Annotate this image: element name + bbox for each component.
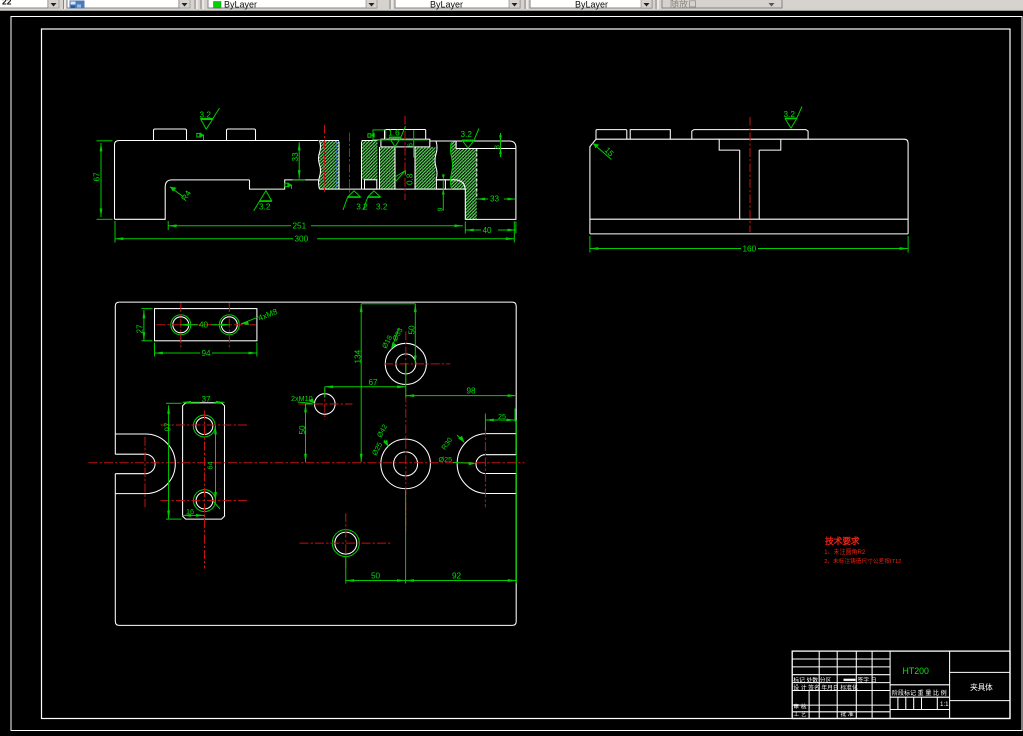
svg-text:160: 160 bbox=[743, 244, 757, 253]
svg-text:8: 8 bbox=[492, 145, 501, 149]
svg-text:16: 16 bbox=[186, 507, 194, 516]
svg-text:300: 300 bbox=[295, 235, 309, 244]
svg-text:33: 33 bbox=[291, 152, 300, 162]
svg-text:标记 处数 分区: 标记 处数 分区 bbox=[793, 676, 831, 684]
svg-text:27: 27 bbox=[136, 324, 145, 334]
svg-text:3.2: 3.2 bbox=[461, 130, 473, 139]
svg-text:97: 97 bbox=[164, 422, 173, 432]
svg-text:9: 9 bbox=[435, 208, 444, 212]
svg-text:签字 日: 签字 日 bbox=[858, 676, 877, 684]
svg-text:50: 50 bbox=[298, 425, 307, 435]
svg-text:夹具体: 夹具体 bbox=[970, 682, 993, 692]
svg-text:ByLayer: ByLayer bbox=[430, 0, 463, 10]
svg-text:37: 37 bbox=[202, 395, 212, 404]
svg-text:HT200: HT200 bbox=[903, 666, 930, 676]
svg-text:ByLayer: ByLayer bbox=[224, 0, 257, 10]
svg-text:3.2: 3.2 bbox=[376, 203, 388, 212]
svg-text:1、未注圆角R2: 1、未注圆角R2 bbox=[824, 548, 866, 556]
svg-text:94: 94 bbox=[202, 349, 212, 358]
svg-text:ByLayer: ByLayer bbox=[575, 0, 608, 10]
svg-text:98: 98 bbox=[467, 387, 477, 396]
svg-text:64: 64 bbox=[205, 462, 214, 470]
svg-text:40: 40 bbox=[199, 321, 209, 330]
svg-text:2xM10: 2xM10 bbox=[291, 394, 313, 403]
svg-text:0.8: 0.8 bbox=[406, 173, 415, 185]
svg-text:67: 67 bbox=[369, 378, 379, 387]
svg-text:50: 50 bbox=[408, 325, 417, 335]
svg-text:3.2: 3.2 bbox=[259, 203, 271, 212]
svg-text:1:1: 1:1 bbox=[940, 701, 949, 708]
svg-text:92: 92 bbox=[452, 572, 462, 581]
svg-text:2、未标注铸造尺寸公差按IT12: 2、未标注铸造尺寸公差按IT12 bbox=[824, 557, 901, 565]
svg-text:随放口: 随放口 bbox=[670, 0, 697, 10]
svg-text:技术要求: 技术要求 bbox=[825, 535, 860, 546]
svg-text:3.2: 3.2 bbox=[356, 203, 368, 212]
svg-text:1.6: 1.6 bbox=[388, 129, 400, 138]
svg-text:批 准: 批 准 bbox=[841, 710, 854, 718]
svg-text:6: 6 bbox=[406, 143, 415, 147]
svg-text:22: 22 bbox=[2, 0, 12, 7]
svg-text:3.2: 3.2 bbox=[784, 110, 796, 119]
svg-text:50: 50 bbox=[371, 572, 381, 581]
svg-text:阶段标记 重 量 比 例: 阶段标记 重 量 比 例 bbox=[892, 689, 947, 697]
svg-text:33: 33 bbox=[490, 195, 500, 204]
svg-text:40: 40 bbox=[483, 226, 493, 235]
svg-text:工 艺: 工 艺 bbox=[793, 710, 806, 718]
svg-text:Ø25: Ø25 bbox=[439, 455, 453, 464]
svg-text:134: 134 bbox=[354, 349, 363, 363]
svg-text:251: 251 bbox=[293, 222, 307, 231]
svg-text:67: 67 bbox=[93, 172, 102, 182]
svg-text:设 计 签名 年月日 标准化: 设 计 签名 年月日 标准化 bbox=[793, 684, 858, 692]
svg-text:审 核: 审 核 bbox=[793, 703, 806, 711]
svg-text:25: 25 bbox=[498, 412, 506, 421]
